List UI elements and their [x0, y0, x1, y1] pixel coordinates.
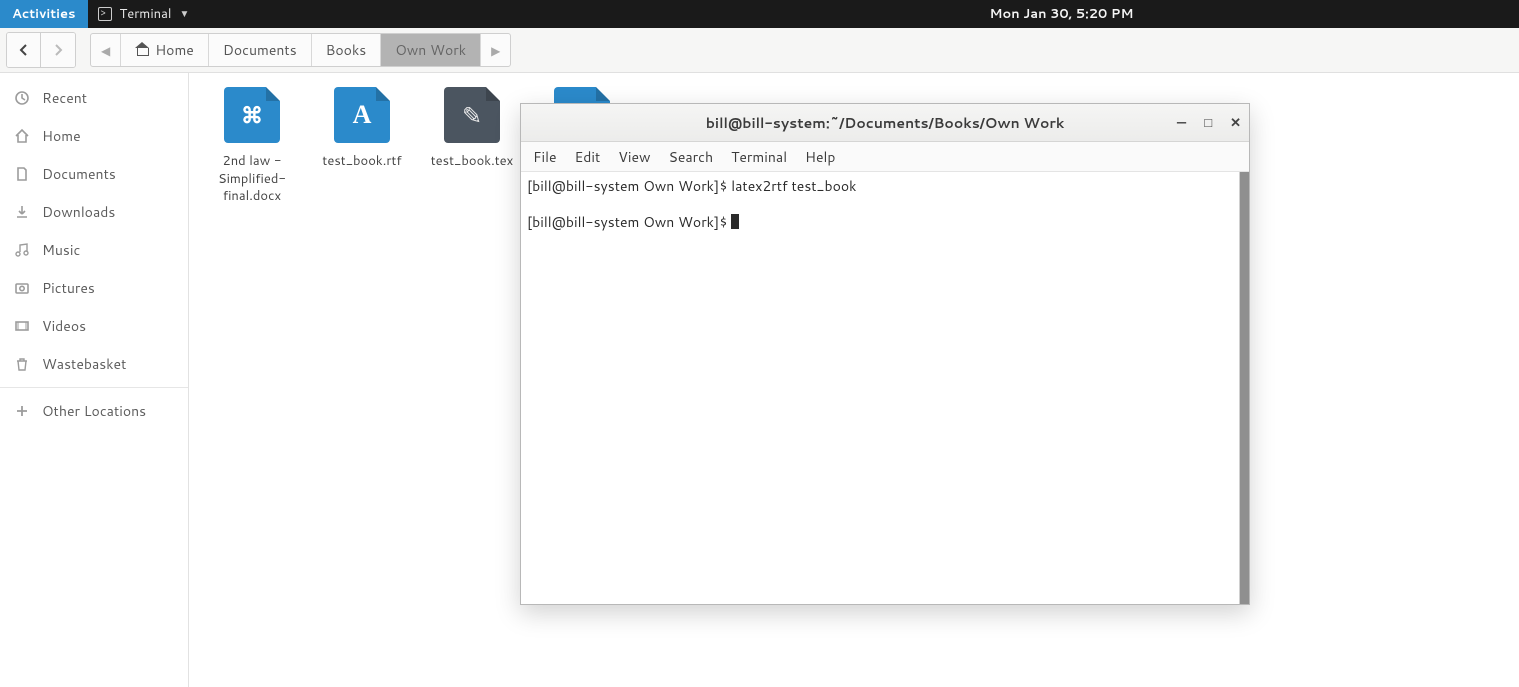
sidebar-item-documents[interactable]: Documents [0, 155, 188, 193]
sidebar-item-label: Videos [42, 316, 86, 336]
back-forward-group [6, 32, 76, 68]
trash-icon [14, 356, 30, 372]
breadcrumb-home-label: Home [155, 40, 194, 60]
path-scroll-right[interactable]: ▶ [481, 34, 510, 66]
home-icon [135, 44, 149, 56]
file-name: test_book.tex [431, 153, 514, 171]
terminal-command: latex2rtf test_book [731, 176, 856, 196]
file-icon-tex: ✎ [444, 87, 500, 143]
sidebar-item-label: Music [42, 240, 80, 260]
file-item[interactable]: ✎ test_book.tex [417, 85, 527, 171]
terminal-prompt: [bill@bill-system Own Work]$ [527, 212, 731, 232]
terminal-titlebar[interactable]: bill@bill-system:~/Documents/Books/Own W… [521, 104, 1249, 142]
recent-icon [14, 90, 30, 106]
pathbar: ◀ Home Documents Books Own Work ▶ [90, 33, 511, 67]
terminal-cursor [731, 214, 739, 229]
clock[interactable]: Mon Jan 30, 5:20 PM [990, 5, 1134, 23]
terminal-title: bill@bill-system:~/Documents/Books/Own W… [706, 113, 1065, 133]
app-indicator-label: Terminal [120, 5, 172, 23]
sidebar-item-wastebasket[interactable]: Wastebasket [0, 345, 188, 383]
menu-help[interactable]: Help [805, 147, 835, 167]
files-toolbar: ◀ Home Documents Books Own Work ▶ [0, 28, 1519, 73]
menu-edit[interactable]: Edit [575, 147, 601, 167]
breadcrumb-books[interactable]: Books [312, 34, 382, 66]
forward-button[interactable] [41, 33, 75, 67]
downloads-icon [14, 204, 30, 220]
sidebar-item-downloads[interactable]: Downloads [0, 193, 188, 231]
places-sidebar: Recent Home Documents Downloads Music [0, 73, 189, 687]
terminal-icon [98, 7, 112, 21]
terminal-menubar: File Edit View Search Terminal Help [521, 142, 1249, 172]
file-item[interactable]: ⌘ 2nd law - Simplified-final.docx [197, 85, 307, 206]
documents-icon [14, 166, 30, 182]
maximize-button[interactable]: □ [1204, 114, 1212, 132]
sidebar-item-label: Other Locations [42, 401, 146, 421]
pictures-icon [14, 280, 30, 296]
terminal-body[interactable]: [bill@bill-system Own Work]$ latex2rtf t… [521, 172, 1249, 604]
file-icon-docx: ⌘ [224, 87, 280, 143]
sidebar-item-recent[interactable]: Recent [0, 79, 188, 117]
file-name: 2nd law - Simplified-final.docx [200, 153, 304, 206]
home-icon [14, 128, 30, 144]
close-button[interactable]: ✕ [1230, 114, 1241, 132]
sidebar-item-label: Pictures [42, 278, 95, 298]
main-area: Recent Home Documents Downloads Music [0, 73, 1519, 687]
terminal-prompt: [bill@bill-system Own Work]$ [527, 176, 731, 196]
sidebar-item-label: Recent [42, 88, 87, 108]
path-scroll-left[interactable]: ◀ [91, 34, 121, 66]
back-button[interactable] [7, 33, 41, 67]
menu-terminal[interactable]: Terminal [731, 147, 787, 167]
breadcrumb-documents-label: Documents [223, 40, 297, 60]
breadcrumb-documents[interactable]: Documents [209, 34, 312, 66]
breadcrumb-own-work[interactable]: Own Work [381, 34, 481, 66]
chevron-down-icon: ▼ [179, 7, 189, 21]
sidebar-item-home[interactable]: Home [0, 117, 188, 155]
minimize-button[interactable]: — [1177, 114, 1186, 132]
music-icon [14, 242, 30, 258]
sidebar-item-label: Downloads [42, 202, 115, 222]
app-indicator[interactable]: Terminal ▼ [88, 0, 200, 28]
sidebar-item-videos[interactable]: Videos [0, 307, 188, 345]
sidebar-item-pictures[interactable]: Pictures [0, 269, 188, 307]
menu-view[interactable]: View [618, 147, 650, 167]
plus-icon [14, 403, 30, 419]
menu-search[interactable]: Search [669, 147, 714, 167]
menu-file[interactable]: File [533, 147, 557, 167]
terminal-window[interactable]: bill@bill-system:~/Documents/Books/Own W… [520, 103, 1250, 605]
activities-button[interactable]: Activities [0, 0, 88, 28]
videos-icon [14, 318, 30, 334]
breadcrumb-books-label: Books [326, 40, 367, 60]
file-icon-rtf: A [334, 87, 390, 143]
sidebar-item-label: Home [42, 126, 81, 146]
sidebar-item-label: Wastebasket [42, 354, 126, 374]
file-name: test_book.rtf [322, 153, 401, 171]
sidebar-item-music[interactable]: Music [0, 231, 188, 269]
gnome-topbar: Activities Terminal ▼ Mon Jan 30, 5:20 P… [0, 0, 1519, 28]
breadcrumb-own-work-label: Own Work [395, 40, 466, 60]
sidebar-item-label: Documents [42, 164, 116, 184]
sidebar-separator [0, 387, 188, 388]
terminal-scrollbar[interactable] [1239, 172, 1249, 604]
breadcrumb-home[interactable]: Home [121, 34, 209, 66]
sidebar-item-other-locations[interactable]: Other Locations [0, 392, 188, 430]
file-item[interactable]: A test_book.rtf [307, 85, 417, 171]
